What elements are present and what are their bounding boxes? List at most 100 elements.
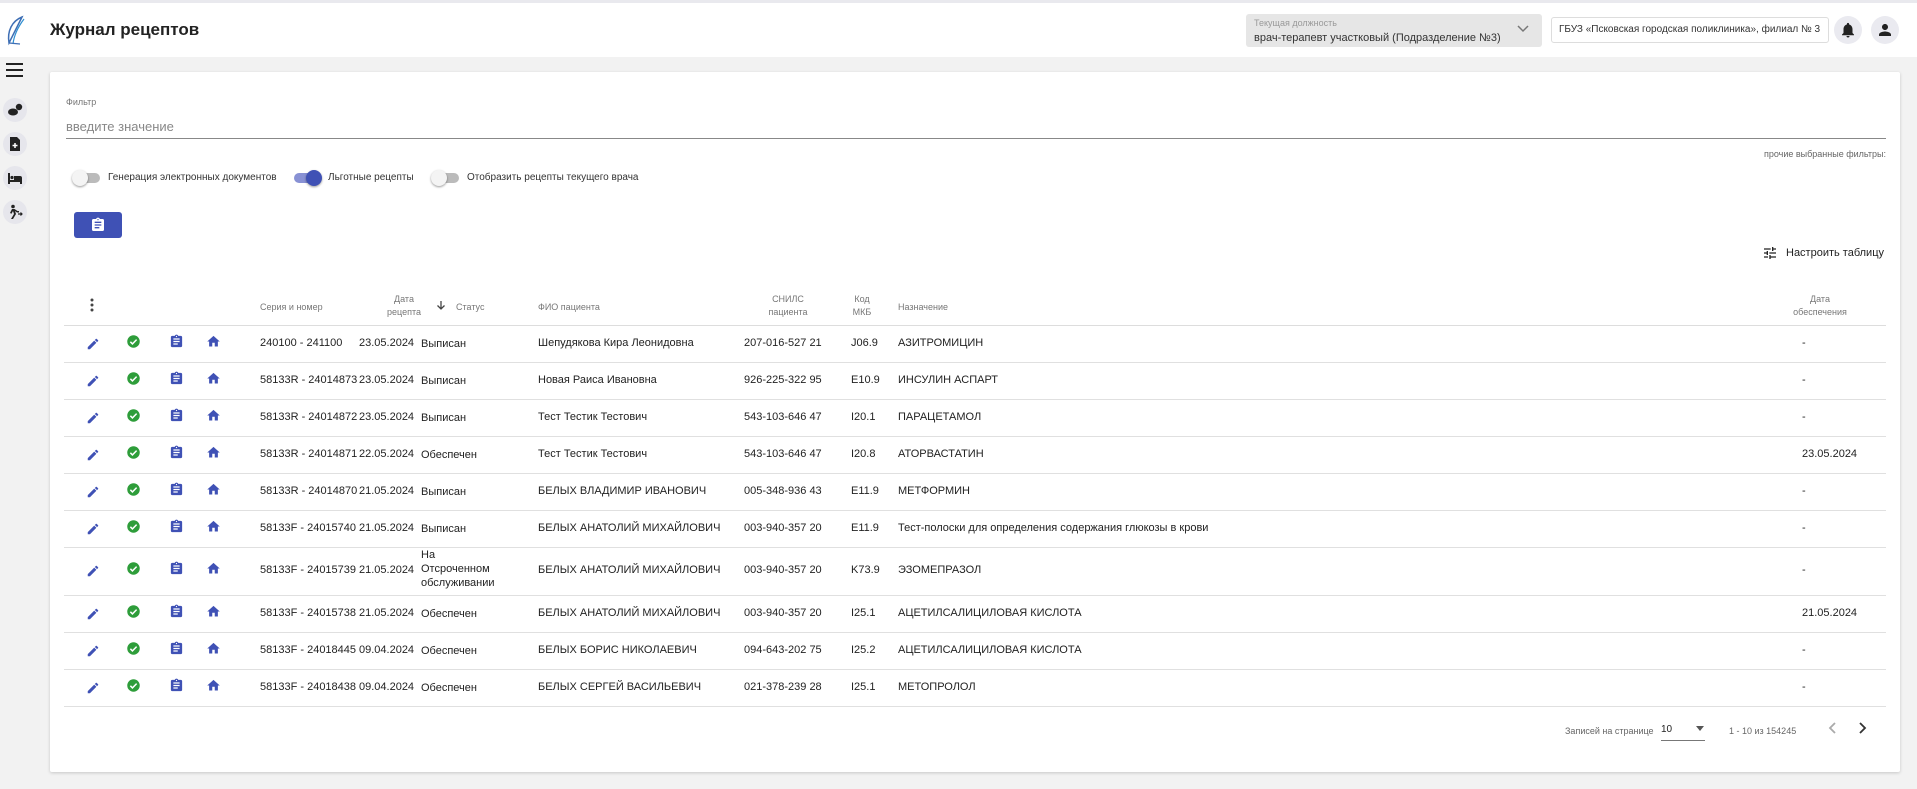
clipboard-icon[interactable]: [169, 334, 184, 354]
status-cell: Обеспечен: [421, 607, 477, 620]
column-snils-line-2: пациента: [768, 307, 808, 317]
bell-icon: [1842, 22, 1854, 38]
drug-cell: АЗИТРОМИЦИН: [898, 336, 984, 349]
more-vertical-icon[interactable]: [90, 298, 94, 312]
patient-cell: БЕЛЫХ ВЛАДИМИР ИВАНОВИЧ: [538, 484, 707, 497]
pencil-icon[interactable]: [86, 564, 100, 583]
patient-cell: БЕЛЫХ АНАТОЛИЙ МИХАЙЛОВИЧ: [538, 564, 721, 576]
column-status[interactable]: Статус: [456, 301, 484, 314]
sidebar-item-prescriptions[interactable]: [3, 98, 27, 122]
chevron-left-icon[interactable]: [1826, 720, 1840, 736]
mkb-cell: I20.1: [851, 410, 876, 423]
clipboard-icon[interactable]: [169, 482, 184, 502]
check-circle-icon[interactable]: [126, 519, 141, 539]
check-circle-icon[interactable]: [126, 604, 141, 624]
column-date-line-1: Дата: [394, 294, 414, 304]
column-date[interactable]: Дата рецепта: [384, 293, 424, 319]
pencil-icon[interactable]: [86, 681, 100, 700]
organization-select[interactable]: ГБУЗ «Псковская городская поликлиника», …: [1551, 17, 1829, 43]
table-row[interactable]: 58133F - 24018438 09.04.2024 Обеспечен БЕЛЫ…: [64, 669, 1886, 707]
check-circle-icon[interactable]: [126, 641, 141, 661]
clipboard-icon[interactable]: [169, 371, 184, 391]
snils-cell: 926-225-322 95: [744, 373, 822, 386]
clipboard-icon[interactable]: [169, 561, 184, 581]
rows-per-page-select[interactable]: 10: [1661, 722, 1705, 741]
column-snils[interactable]: СНИЛС пациента: [767, 293, 809, 319]
clipboard-icon[interactable]: [169, 604, 184, 624]
current-role-select[interactable]: Текущая должность врач-терапевт участков…: [1246, 14, 1542, 47]
column-supply-date[interactable]: Дата обеспечения: [1792, 293, 1848, 319]
check-circle-icon[interactable]: [126, 408, 141, 428]
table-row[interactable]: 240100 - 241100 23.05.2024 Выписан Шепудяко…: [64, 325, 1886, 363]
column-patient[interactable]: ФИО пациента: [538, 301, 600, 314]
report-button[interactable]: [74, 212, 122, 238]
arrow-down-icon[interactable]: [436, 301, 446, 311]
app-logo-icon[interactable]: [4, 15, 30, 47]
sidebar-item-documents[interactable]: [3, 132, 27, 156]
table-row[interactable]: 58133F - 24015740 21.05.2024 Выписан БЕЛЫХ …: [64, 510, 1886, 548]
home-icon[interactable]: [206, 641, 221, 661]
table-row[interactable]: 58133R - 24014871 22.05.2024 Обеспечен Тест…: [64, 436, 1886, 474]
home-icon[interactable]: [206, 334, 221, 354]
home-icon[interactable]: [206, 482, 221, 502]
status-cell: Выписан: [421, 337, 467, 350]
user-icon: [1879, 24, 1891, 36]
pencil-icon[interactable]: [86, 411, 100, 430]
pills-icon: [8, 103, 23, 116]
check-circle-icon[interactable]: [126, 334, 141, 354]
clipboard-icon[interactable]: [169, 519, 184, 539]
pencil-icon[interactable]: [86, 607, 100, 626]
table-row[interactable]: 58133F - 24015739 21.05.2024 На Отсроченно…: [64, 547, 1886, 596]
user-profile-button[interactable]: [1871, 16, 1899, 44]
table-row[interactable]: 58133R - 24014873 23.05.2024 Выписан Новая …: [64, 362, 1886, 400]
chevron-right-icon[interactable]: [1855, 720, 1869, 736]
series-cell: 58133R - 24014873: [260, 373, 358, 386]
bed-icon: [8, 173, 22, 184]
check-circle-icon[interactable]: [126, 561, 141, 581]
home-icon[interactable]: [206, 371, 221, 391]
column-drug[interactable]: Назначение: [898, 301, 948, 314]
check-circle-icon[interactable]: [126, 482, 141, 502]
home-icon[interactable]: [206, 678, 221, 698]
home-icon[interactable]: [206, 561, 221, 581]
series-cell: 58133F - 24015739: [260, 564, 357, 576]
pencil-icon[interactable]: [86, 337, 100, 356]
sidebar-item-transfer[interactable]: [3, 200, 27, 224]
prescriptions-card: Фильтр прочие выбранные фильтры: Генерац…: [50, 72, 1900, 772]
table-row[interactable]: 58133F - 24015738 21.05.2024 Обеспечен БЕЛЫ…: [64, 595, 1886, 633]
drug-cell: Тест-полоски для определения содержания …: [898, 521, 1209, 534]
pencil-icon[interactable]: [86, 374, 100, 393]
supply-date-cell: -: [1802, 373, 1806, 386]
series-cell: 58133F - 24015738: [260, 606, 357, 619]
pencil-icon[interactable]: [86, 522, 100, 541]
column-mkb-line-2: МКБ: [852, 307, 872, 317]
home-icon[interactable]: [206, 445, 221, 465]
hamburger-menu-icon[interactable]: [6, 62, 24, 78]
column-series[interactable]: Серия и номер: [260, 301, 323, 314]
pencil-icon[interactable]: [86, 485, 100, 504]
home-icon[interactable]: [206, 408, 221, 428]
configure-table-button[interactable]: Настроить таблицу: [1762, 243, 1884, 263]
table-row[interactable]: 58133R - 24014872 23.05.2024 Выписан Тест Т…: [64, 399, 1886, 437]
home-icon[interactable]: [206, 519, 221, 539]
column-mkb[interactable]: Код МКБ: [851, 293, 873, 319]
check-circle-icon[interactable]: [126, 445, 141, 465]
notifications-button[interactable]: [1834, 16, 1862, 44]
sidebar-item-hospital[interactable]: [3, 166, 27, 190]
clipboard-icon[interactable]: [169, 678, 184, 698]
filter-input[interactable]: [66, 114, 1886, 139]
pencil-icon[interactable]: [86, 448, 100, 467]
clipboard-icon[interactable]: [169, 408, 184, 428]
home-icon[interactable]: [206, 604, 221, 624]
pencil-icon[interactable]: [86, 644, 100, 663]
check-circle-icon[interactable]: [126, 678, 141, 698]
clipboard-icon[interactable]: [169, 445, 184, 465]
table-row[interactable]: 58133R - 24014870 21.05.2024 Выписан БЕЛЫХ …: [64, 473, 1886, 511]
table-row[interactable]: 58133F - 24018445 09.04.2024 Обеспечен БЕЛЫ…: [64, 632, 1886, 670]
check-circle-icon[interactable]: [126, 371, 141, 391]
mkb-cell: I25.2: [851, 643, 876, 656]
date-cell: 23.05.2024: [359, 373, 415, 386]
supply-date-cell: 21.05.2024: [1802, 606, 1858, 619]
drug-cell: ПАРАЦЕТАМОЛ: [898, 410, 982, 423]
clipboard-icon[interactable]: [169, 641, 184, 661]
